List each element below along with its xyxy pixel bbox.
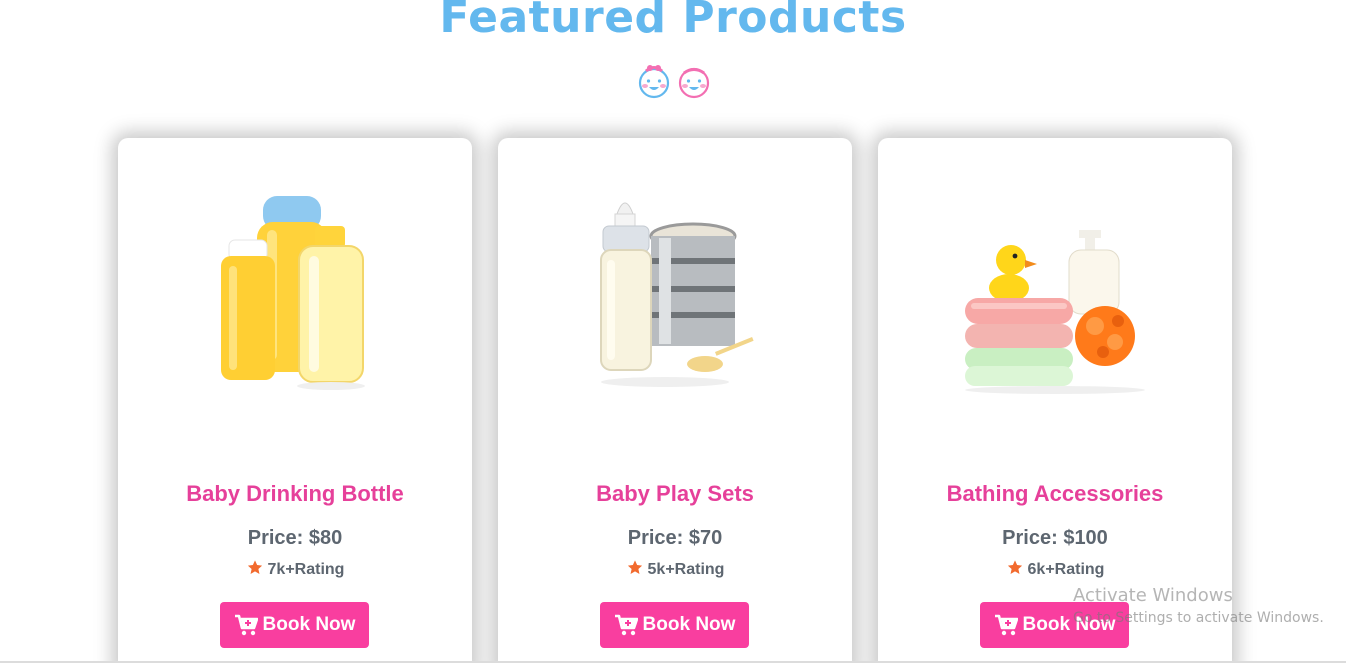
star-icon xyxy=(1007,560,1022,574)
product-price: Price: $100 xyxy=(1002,527,1108,549)
product-price: Price: $70 xyxy=(627,527,723,549)
activate-windows-title: Activate Windows xyxy=(1073,585,1233,606)
book-now-button[interactable]: Book Now xyxy=(220,602,369,648)
star-icon xyxy=(627,560,642,574)
product-rating: 7k+Rating xyxy=(118,559,472,579)
rating-text: 7k+Rating xyxy=(267,561,345,578)
towels-duck-and-sponge-image xyxy=(965,230,1145,394)
product-name: Baby Drinking Bottle xyxy=(186,481,404,506)
baby-oil-bottles-image xyxy=(221,196,365,390)
cart-icon xyxy=(234,614,258,636)
baby-faces-icon xyxy=(638,65,710,99)
featured-products-page: Featured Products Baby Drinking Bottle P… xyxy=(0,0,1346,663)
milk-bottle-and-formula-tin-image xyxy=(600,202,754,387)
product-card: Baby Drinking Bottle Price: $80 7k+Ratin… xyxy=(118,138,472,663)
book-now-button[interactable]: Book Now xyxy=(600,602,749,648)
product-rating: 5k+Rating xyxy=(498,559,852,579)
star-icon xyxy=(247,560,262,574)
book-now-label: Book Now xyxy=(262,614,356,635)
rating-text: 5k+Rating xyxy=(647,561,725,578)
cart-icon xyxy=(994,614,1018,636)
rating-text: 6k+Rating xyxy=(1027,561,1105,578)
product-card: Baby Play Sets Price: $70 5k+Rating Book… xyxy=(498,138,852,663)
cart-icon xyxy=(614,614,638,636)
product-name: Baby Play Sets xyxy=(596,481,754,506)
book-now-label: Book Now xyxy=(642,614,736,635)
product-rating: 6k+Rating xyxy=(878,559,1232,579)
section-title: Featured Products xyxy=(439,0,907,43)
activate-windows-subtitle[interactable]: Go to Settings to activate Windows. xyxy=(1073,610,1324,626)
product-name: Bathing Accessories xyxy=(946,481,1164,506)
product-price: Price: $80 xyxy=(247,527,343,549)
